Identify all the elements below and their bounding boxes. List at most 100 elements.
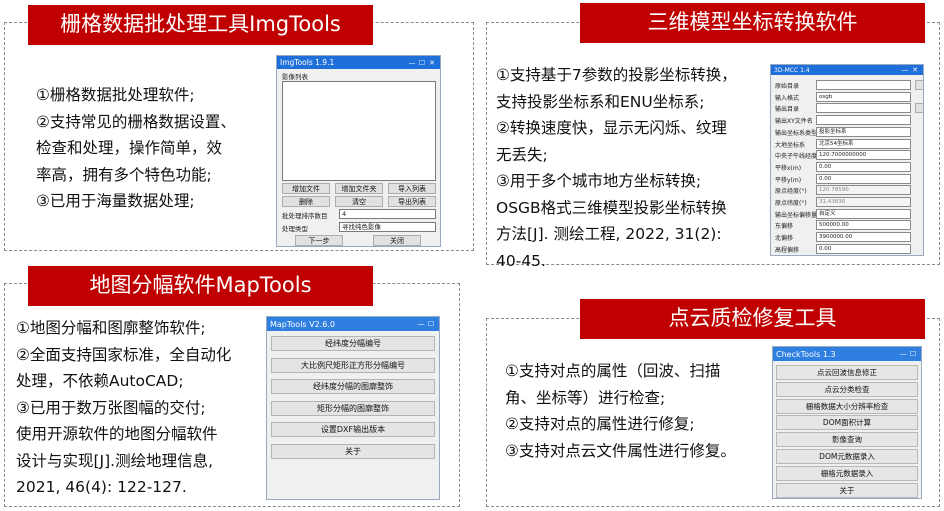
description-line: ①支持对点的属性（回波、扫描: [505, 362, 721, 380]
form-field[interactable]: 120.7000000000: [816, 150, 911, 161]
form-label: 输出坐标偏移量: [775, 211, 818, 219]
maptools-description: ①地图分幅和图廓整饰软件; ②全面支持国家标准，全自动化 处理，不依赖AutoCAD…: [16, 315, 231, 501]
maptools-button[interactable]: 经纬度分幅的图廓整饰: [271, 379, 435, 394]
form-field[interactable]: [816, 115, 911, 126]
form-label: 平移x(m): [775, 164, 802, 172]
description-line: 使用开源软件的地图分幅软件: [16, 425, 218, 443]
close-icon[interactable]: ✕: [910, 66, 920, 74]
process-type-label: 处理类型: [282, 225, 308, 233]
osgb-window-title: 3D-MCC 1.4: [774, 66, 810, 74]
form-field[interactable]: 0.00: [816, 173, 911, 184]
form-field[interactable]: 自定义: [816, 208, 911, 219]
checktools-titlebar: CheckTools 1.3 — ☐: [773, 347, 921, 361]
checktools-button[interactable]: 栅格数据大小分辨率检查: [776, 398, 918, 414]
description-line: OSGB格式三维模型投影坐标转换: [496, 198, 727, 217]
form-label: 输出目录: [775, 106, 800, 114]
minimize-icon[interactable]: —: [416, 320, 426, 328]
checktools-button[interactable]: DOM面积计算: [776, 415, 918, 431]
form-field[interactable]: 3900000.00: [816, 232, 911, 243]
form-label: 原点纬度(°): [775, 200, 807, 207]
form-label: 东偏移: [775, 223, 794, 231]
checktools-button[interactable]: 关于: [776, 482, 918, 498]
imgtools-titlebar: ImgTools 1.9.1 — ☐ ✕: [277, 56, 440, 69]
description-line: ②转换速度快，显示无闪烁、纹理: [496, 119, 727, 137]
maptools-window-title: MapTools V2.6.0: [270, 319, 335, 329]
checktools-button[interactable]: 点云回波信息修正: [776, 365, 918, 380]
minimize-icon[interactable]: —: [900, 66, 910, 74]
maptools-window: MapTools V2.6.0 — ☐ 经纬度分幅编号 大比例尺矩形正方形分幅编号…: [266, 316, 440, 500]
maptools-button[interactable]: 关于: [271, 443, 435, 459]
osgb-description: ①支持基于7参数的投影坐标转换， 支持投影坐标系和ENU坐标系; ②转换速度快，显示…: [496, 62, 737, 274]
osgb-titlebar: 3D-MCC 1.4 — ✕: [771, 65, 923, 75]
description-line: ③已用于数万张图幅的交付;: [16, 398, 206, 417]
description-line: 支持投影坐标系和ENU坐标系;: [496, 92, 705, 111]
description-line: ③已用于海量数据处理;: [36, 192, 195, 210]
maximize-icon[interactable]: ☐: [417, 59, 427, 67]
checktools-title: 点云质检修复工具: [580, 299, 925, 339]
description-line: 2021, 46(4): 122-127.: [16, 478, 187, 496]
process-type-select[interactable]: 寻找纯色影像: [339, 222, 436, 232]
form-field[interactable]: 31.43836: [816, 197, 911, 207]
minimize-icon[interactable]: —: [407, 59, 417, 67]
form-field[interactable]: 0.00: [816, 161, 911, 172]
checktools-button[interactable]: DOM元数据录入: [776, 449, 918, 464]
form-field[interactable]: 120.78590: [816, 185, 911, 196]
maptools-button[interactable]: 矩形分幅的图廓整饰: [271, 400, 435, 416]
form-label: 输出XY文件名: [775, 118, 813, 126]
maptools-button[interactable]: 大比例尺矩形正方形分幅编号: [271, 357, 435, 373]
browse-button[interactable]: [915, 80, 923, 90]
form-field[interactable]: 北京54坐标系: [816, 138, 911, 149]
description-line: 40-45.: [496, 251, 546, 270]
close-icon[interactable]: ✕: [427, 59, 437, 67]
add-folder-button[interactable]: 增加文件夹: [335, 183, 383, 194]
imgtools-title: 栅格数据批处理工具ImgTools: [28, 5, 373, 45]
description-line: 率高，拥有多个特色功能;: [36, 165, 212, 184]
checktools-button[interactable]: 点云分类检查: [776, 381, 918, 397]
maptools-button[interactable]: 经纬度分幅编号: [271, 336, 435, 351]
batch-order-spinner[interactable]: 4: [339, 209, 436, 219]
form-label: 输出坐标系类型: [775, 129, 818, 137]
description-line: ②支持对点的属性进行修复;: [505, 415, 695, 433]
next-step-button[interactable]: 下一步: [295, 235, 343, 246]
image-list[interactable]: [282, 81, 436, 181]
add-file-button[interactable]: 增加文件: [282, 183, 330, 194]
import-list-button[interactable]: 导入列表: [388, 183, 436, 194]
form-field[interactable]: 0.00: [816, 243, 911, 254]
form-label: 原点经度(°): [775, 188, 807, 196]
form-field[interactable]: [816, 80, 911, 90]
maptools-button[interactable]: 设置DXF输出版本: [271, 422, 435, 437]
delete-button[interactable]: 删除: [282, 196, 330, 207]
export-list-button[interactable]: 导出列表: [388, 196, 436, 207]
description-line: 检查和处理，操作简单，效: [36, 139, 223, 157]
osgb-title: 三维模型坐标转换软件: [580, 3, 925, 43]
form-label: 原始目录: [775, 83, 800, 90]
imgtools-window-title: ImgTools 1.9.1: [280, 58, 335, 67]
clear-button[interactable]: 清空: [335, 196, 383, 207]
form-field[interactable]: 500000.00: [816, 220, 911, 231]
checktools-window: CheckTools 1.3 — ☐ 点云回波信息修正 点云分类检查 栅格数据大小分…: [772, 346, 922, 499]
form-label: 高程偏移: [775, 246, 800, 254]
description-line: 处理，不依赖AutoCAD;: [16, 372, 184, 390]
description-line: 方法[J]. 测绘工程, 2022, 31(2):: [496, 225, 722, 243]
description-line: ①地图分幅和图廓整饰软件;: [16, 319, 206, 337]
osgb-window: 3D-MCC 1.4 — ✕ 原始目录 输入格式 osgb 输出目录 输出XY文件名 输出…: [770, 64, 924, 256]
description-line: 角、坐标等）进行检查;: [505, 388, 666, 407]
form-label: 大地坐标系: [775, 141, 806, 149]
checktools-button[interactable]: 影像查询: [776, 432, 918, 448]
maximize-icon[interactable]: ☐: [426, 320, 436, 328]
imgtools-description: ①栅格数据批处理软件; ②支持常见的栅格数据设置、 检查和处理，操作简单，效 率高，拥…: [36, 82, 236, 215]
minimize-icon[interactable]: —: [898, 350, 908, 358]
form-field[interactable]: 投影坐标系: [816, 126, 911, 137]
maximize-icon[interactable]: ☐: [908, 350, 918, 358]
description-line: ③支持对点云文件属性进行修复。: [505, 441, 736, 460]
checktools-button[interactable]: 栅格元数据录入: [776, 465, 918, 481]
maptools-titlebar: MapTools V2.6.0 — ☐: [267, 317, 439, 331]
form-field[interactable]: osgb: [816, 91, 911, 102]
form-field[interactable]: [816, 103, 911, 114]
imgtools-window: ImgTools 1.9.1 — ☐ ✕ 影像列表 增加文件 增加文件夹 导入列…: [276, 55, 441, 247]
close-button[interactable]: 关闭: [373, 235, 421, 246]
image-list-label: 影像列表: [282, 73, 308, 81]
description-line: ③用于多个城市地方坐标转换;: [496, 172, 702, 190]
description-line: 设计与实现[J].测绘地理信息,: [16, 451, 214, 470]
browse-button[interactable]: [915, 103, 923, 114]
